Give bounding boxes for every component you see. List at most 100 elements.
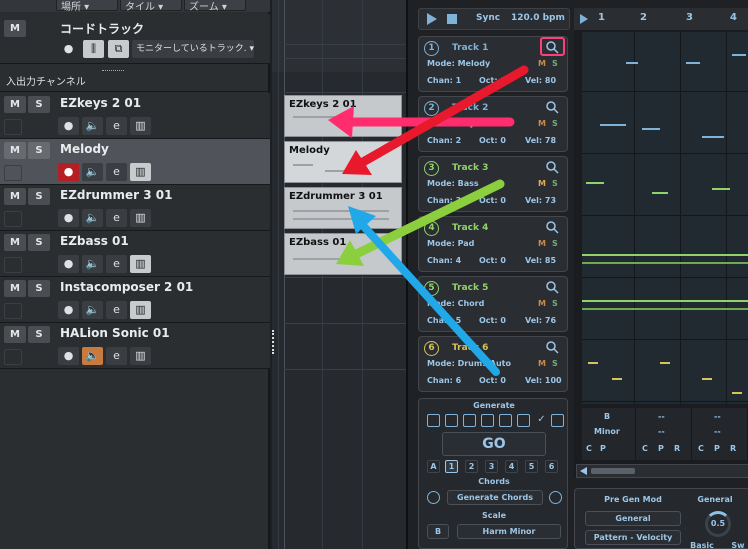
- record-enable-icon[interactable]: ●: [58, 255, 79, 273]
- track-mode[interactable]: Mode: Rhythm: [427, 119, 493, 128]
- scale-select[interactable]: Harm Minor: [457, 524, 561, 539]
- location-dropdown[interactable]: 場所 ▾: [56, 0, 118, 13]
- monitor-speaker-icon[interactable]: 🔈: [82, 117, 103, 135]
- mute-button[interactable]: M: [4, 188, 26, 205]
- note[interactable]: [600, 124, 626, 126]
- mixer-icon[interactable]: ⫼: [83, 40, 104, 58]
- magnifier-icon[interactable]: [545, 340, 559, 354]
- card-mute-button[interactable]: M: [538, 359, 546, 368]
- monitor-speaker-icon[interactable]: 🔈: [82, 163, 103, 181]
- note-grid[interactable]: [582, 32, 748, 404]
- note[interactable]: [702, 378, 712, 380]
- track-velocity[interactable]: Vel: 80: [525, 76, 556, 85]
- track-octave[interactable]: Oct: 0: [479, 256, 506, 265]
- track-card-3[interactable]: 3 Track 3 Mode: Bass M S Chan: 3 Oct: 0 …: [418, 156, 568, 212]
- bar-ruler[interactable]: 1 2 3 4: [574, 8, 748, 30]
- edit-instrument-icon[interactable]: e: [106, 301, 127, 319]
- record-enable-icon[interactable]: ●: [58, 117, 79, 135]
- slot-2[interactable]: 2: [465, 460, 478, 473]
- edit-instrument-icon[interactable]: e: [106, 209, 127, 227]
- lock-icon[interactable]: [463, 414, 476, 427]
- monitor-speaker-icon[interactable]: 🔈: [82, 301, 103, 319]
- edit-instrument-icon[interactable]: e: [106, 117, 127, 135]
- track-card-2[interactable]: 2 Track 2 Mode: Rhythm M S Chan: 2 Oct: …: [418, 96, 568, 152]
- card-solo-button[interactable]: S: [552, 239, 558, 248]
- note[interactable]: [582, 300, 748, 302]
- mute-button[interactable]: M: [4, 326, 26, 343]
- track-octave[interactable]: Oct: 0: [479, 136, 506, 145]
- monitor-speaker-icon[interactable]: 🔈: [82, 209, 103, 227]
- magnifier-icon[interactable]: [545, 160, 559, 174]
- card-solo-button[interactable]: S: [552, 359, 558, 368]
- chord-track-row[interactable]: M コードトラック ● ⫼ ⧉ モニターしているトラック. ▾: [0, 14, 270, 64]
- slot-1[interactable]: 1: [445, 460, 458, 473]
- bpm-value[interactable]: 120.0 bpm: [511, 13, 565, 23]
- note[interactable]: [712, 188, 730, 190]
- card-mute-button[interactable]: M: [538, 119, 546, 128]
- chord-column[interactable]: B Minor C P: [582, 408, 636, 460]
- clear-icon[interactable]: [517, 414, 530, 427]
- solo-button[interactable]: S: [28, 188, 50, 205]
- note[interactable]: [660, 362, 670, 364]
- mute-button[interactable]: M: [4, 234, 26, 251]
- mute-button[interactable]: M: [4, 280, 26, 297]
- slot-3[interactable]: 3: [485, 460, 498, 473]
- note[interactable]: [612, 378, 622, 380]
- piano-icon[interactable]: ▥: [130, 301, 151, 319]
- go-button[interactable]: GO: [442, 432, 546, 456]
- track-row-ezdrummer[interactable]: M S EZdrummer 3 01 ● 🔈 e ▥: [0, 185, 270, 231]
- track-velocity[interactable]: Vel: 76: [525, 316, 556, 325]
- track-card-1[interactable]: 1 Track 1 Mode: Melody M S Chan: 1 Oct: …: [418, 36, 568, 92]
- chord-column[interactable]: -- -- C P R: [694, 408, 748, 460]
- track-mode[interactable]: Mode: Pad: [427, 239, 474, 248]
- chord-c[interactable]: C: [642, 444, 648, 453]
- solo-button[interactable]: S: [28, 326, 50, 343]
- card-solo-button[interactable]: S: [552, 299, 558, 308]
- undo-icon[interactable]: [427, 414, 440, 427]
- copy-icon[interactable]: [481, 414, 494, 427]
- piano-icon[interactable]: ▥: [130, 117, 151, 135]
- track-channel[interactable]: Chan: 1: [427, 76, 461, 85]
- piano-icon[interactable]: ▥: [130, 347, 151, 365]
- piano-icon[interactable]: ▥: [130, 255, 151, 273]
- chord-column[interactable]: -- -- C P R: [638, 408, 692, 460]
- track-channel[interactable]: Chan: 5: [427, 316, 461, 325]
- track-row-halion[interactable]: M S HALion Sonic 01 ● 🔈 e ▥: [0, 323, 270, 369]
- generate-chords-button[interactable]: Generate Chords: [447, 490, 543, 505]
- track-row-melody[interactable]: M S Melody ● 🔈 e ▥: [0, 139, 270, 185]
- card-mute-button[interactable]: M: [538, 299, 546, 308]
- monitor-speaker-icon[interactable]: 🔈: [82, 255, 103, 273]
- record-enable-icon[interactable]: ●: [58, 347, 79, 365]
- scroll-thumb[interactable]: [591, 468, 635, 474]
- midi-part-melody[interactable]: Melody: [284, 141, 402, 183]
- track-octave[interactable]: Oct: 0: [479, 196, 506, 205]
- mute-button[interactable]: M: [4, 96, 26, 113]
- paste-icon[interactable]: [499, 414, 512, 427]
- midi-part-ezkeys[interactable]: EZkeys 2 01: [284, 95, 402, 137]
- track-channel[interactable]: Chan: 2: [427, 136, 461, 145]
- arrange-ruler[interactable]: [272, 0, 406, 72]
- chord-mute-button[interactable]: M: [4, 20, 26, 37]
- track-mode[interactable]: Mode: Bass: [427, 179, 479, 188]
- record-enable-icon[interactable]: ●: [58, 301, 79, 319]
- track-card-4[interactable]: 4 Track 4 Mode: Pad M S Chan: 4 Oct: 0 V…: [418, 216, 568, 272]
- magnifier-icon[interactable]: [545, 280, 559, 294]
- chord-r[interactable]: R: [674, 444, 680, 453]
- check-icon[interactable]: ✓: [535, 414, 548, 427]
- magnifier-icon[interactable]: [545, 100, 559, 114]
- note[interactable]: [642, 128, 660, 130]
- warning-icon[interactable]: [549, 491, 562, 504]
- track-mode[interactable]: Mode: Drums Auto: [427, 359, 511, 368]
- slot-5[interactable]: 5: [525, 460, 538, 473]
- card-mute-button[interactable]: M: [538, 179, 546, 188]
- zoom-dropdown[interactable]: ズーム ▾: [184, 0, 246, 13]
- edit-instrument-icon[interactable]: e: [106, 347, 127, 365]
- mute-button[interactable]: M: [4, 142, 26, 159]
- record-enable-icon[interactable]: ●: [58, 163, 79, 181]
- ruler-play-icon[interactable]: [580, 14, 588, 24]
- track-velocity[interactable]: Vel: 85: [525, 256, 556, 265]
- note[interactable]: [582, 262, 748, 264]
- note[interactable]: [652, 192, 668, 194]
- edit-instrument-icon[interactable]: e: [106, 163, 127, 181]
- track-channel[interactable]: Chan: 4: [427, 256, 461, 265]
